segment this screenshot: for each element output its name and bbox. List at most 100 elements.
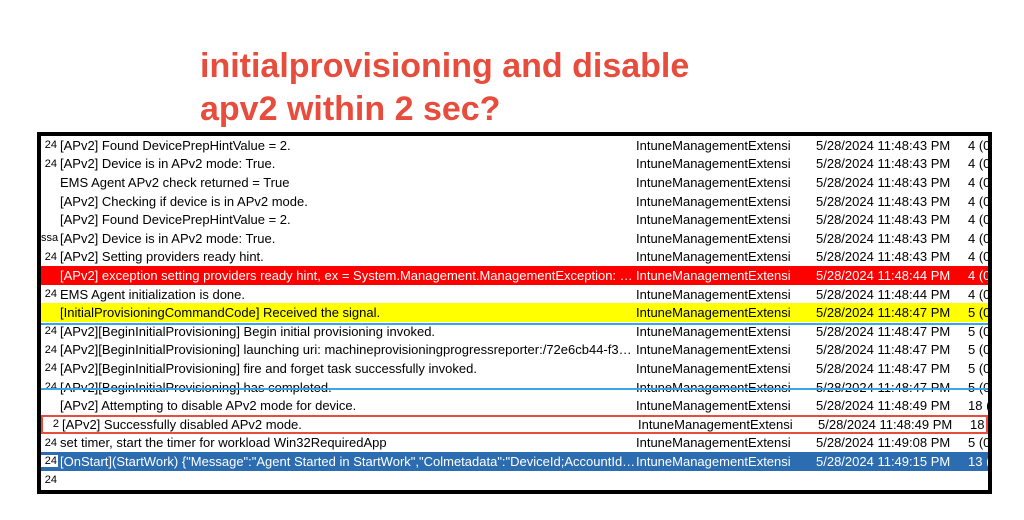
row-tag: 24 [41,362,58,374]
row-thread: 4 (0x4) [964,287,992,302]
row-thread: 4 (0x4) [964,138,992,153]
row-thread: 4 (0x4) [964,249,992,264]
row-source: IntuneManagementExtensi [636,138,816,153]
row-thread: 4 (0x4) [964,268,992,283]
title-line1: initialprovisioning and disable [200,47,689,85]
log-row[interactable]: [InitialProvisioningCommandCode] Receive… [41,303,988,322]
log-row[interactable]: 24[APv2][BeginInitialProvisioning] launc… [41,341,988,360]
row-message: [APv2][BeginInitialProvisioning] fire an… [58,361,636,376]
row-source: IntuneManagementExtensi [636,194,816,209]
log-rows: 24[APv2] Found DevicePrepHintValue = 2.I… [41,136,988,489]
log-row[interactable]: 24[APv2] Setting providers ready hint.In… [41,248,988,267]
row-thread: 5 (0x5) [964,324,992,339]
row-message: [APv2] Checking if device is in APv2 mod… [58,194,636,209]
page-title: initialprovisioning and disable apv2 wit… [200,45,689,130]
row-source: IntuneManagementExtensi [636,287,816,302]
row-source: IntuneManagementExtensi [636,324,816,339]
log-row[interactable]: 24[APv2][BeginInitialProvisioning] has c… [41,378,988,397]
row-thread: 18 (0x12) [964,398,992,413]
row-source: IntuneManagementExtensi [636,305,816,320]
row-message: set timer, start the timer for workload … [58,435,636,450]
row-timestamp: 5/28/2024 11:49:15 PM [816,454,964,469]
row-source: IntuneManagementExtensi [636,268,816,283]
row-tag: 24 [41,325,58,337]
log-row[interactable]: [APv2] Attempting to disable APv2 mode f… [41,396,988,415]
row-tag: ssa [41,232,58,244]
log-row[interactable]: 24[APv2] Device is in APv2 mode: True.In… [41,155,988,174]
row-source: IntuneManagementExtensi [636,212,816,227]
row-timestamp: 5/28/2024 11:48:47 PM [816,361,964,376]
row-timestamp: 5/28/2024 11:48:44 PM [816,268,964,283]
log-row[interactable]: 24[APv2] Found DevicePrepHintValue = 2.I… [41,136,988,155]
row-thread: 4 (0x4) [964,212,992,227]
log-row[interactable]: [APv2] Found DevicePrepHintValue = 2.Int… [41,210,988,229]
row-source: IntuneManagementExtensi [636,398,816,413]
row-thread: 5 (0x5) [964,342,992,357]
row-source: IntuneManagementExtensi [636,361,816,376]
log-row[interactable]: 24[APv2][BeginInitialProvisioning] Begin… [41,322,988,341]
row-thread: 13 (0xD) [964,454,992,469]
row-message: [APv2][BeginInitialProvisioning] Begin i… [58,324,636,339]
row-thread: 4 (0x4) [964,156,992,171]
row-message: [APv2] exception setting providers ready… [58,268,636,283]
row-message: [APv2][BeginInitialProvisioning] has com… [58,380,636,395]
row-message: [APv2] Device is in APv2 mode: True. [58,156,636,171]
row-timestamp: 5/28/2024 11:48:47 PM [816,342,964,357]
row-thread: 5 (0x5) [964,435,992,450]
log-panel[interactable]: 24[APv2] Found DevicePrepHintValue = 2.I… [37,132,992,494]
row-tag: 24 [41,288,58,300]
row-timestamp: 5/28/2024 11:48:43 PM [816,194,964,209]
row-tag: 24 [41,139,58,151]
row-message: [OnStart](StartWork) {"Message":"Agent S… [58,454,636,469]
row-message: [APv2] Found DevicePrepHintValue = 2. [58,138,636,153]
row-source: IntuneManagementExtensi [638,417,818,432]
row-message: [APv2] Found DevicePrepHintValue = 2. [58,212,636,227]
row-source: IntuneManagementExtensi [636,454,816,469]
row-source: IntuneManagementExtensi [636,249,816,264]
row-thread: 4 (0x4) [964,194,992,209]
row-message: [APv2][BeginInitialProvisioning] launchi… [58,342,636,357]
row-message: [APv2] Setting providers ready hint. [58,249,636,264]
row-timestamp: 5/28/2024 11:48:44 PM [816,287,964,302]
row-timestamp: 5/28/2024 11:48:43 PM [816,156,964,171]
row-timestamp: 5/28/2024 11:49:08 PM [816,435,964,450]
row-timestamp: 5/28/2024 11:48:43 PM [816,138,964,153]
row-message: [APv2] Successfully disabled APv2 mode. [60,417,638,432]
row-message: [InitialProvisioningCommandCode] Receive… [58,305,636,320]
title-line2: apv2 within 2 sec? [200,90,500,128]
row-timestamp: 5/28/2024 11:48:43 PM [816,231,964,246]
row-timestamp: 5/28/2024 11:48:49 PM [816,398,964,413]
row-source: IntuneManagementExtensi [636,156,816,171]
row-tag: 24 [41,437,58,449]
log-row[interactable]: 2[APv2] Successfully disabled APv2 mode.… [41,415,988,434]
row-tag: 24 [41,381,58,393]
row-source: IntuneManagementExtensi [636,231,816,246]
log-row[interactable]: 24[OnStart](StartWork) {"Message":"Agent… [41,452,988,471]
row-thread: 4 (0x4) [964,175,992,190]
row-tag: 24 [41,474,58,486]
row-thread: 4 (0x4) [964,231,992,246]
log-row[interactable]: 24 [41,471,988,490]
row-timestamp: 5/28/2024 11:48:49 PM [818,417,966,432]
row-thread: 5 (0x5) [964,380,992,395]
row-timestamp: 5/28/2024 11:48:47 PM [816,305,964,320]
row-message: EMS Agent APv2 check returned = True [58,175,636,190]
log-row[interactable]: [APv2] exception setting providers ready… [41,266,988,285]
log-row[interactable]: 24set timer, start the timer for workloa… [41,434,988,453]
row-source: IntuneManagementExtensi [636,175,816,190]
row-timestamp: 5/28/2024 11:48:43 PM [816,249,964,264]
log-row[interactable]: 24EMS Agent initialization is done.Intun… [41,285,988,304]
row-timestamp: 5/28/2024 11:48:43 PM [816,212,964,227]
log-row[interactable]: ssa[APv2] Device is in APv2 mode: True.I… [41,229,988,248]
row-timestamp: 5/28/2024 11:48:47 PM [816,324,964,339]
log-row[interactable]: 24[APv2][BeginInitialProvisioning] fire … [41,359,988,378]
row-timestamp: 5/28/2024 11:48:47 PM [816,380,964,395]
row-thread: 18 (0x12) [966,417,992,432]
log-row[interactable]: [APv2] Checking if device is in APv2 mod… [41,192,988,211]
log-row[interactable]: EMS Agent APv2 check returned = TrueIntu… [41,173,988,192]
row-timestamp: 5/28/2024 11:48:43 PM [816,175,964,190]
row-tag: 24 [41,344,58,356]
row-tag: 24 [41,158,58,170]
row-message: [APv2] Device is in APv2 mode: True. [58,231,636,246]
row-thread: 5 (0x5) [964,361,992,376]
